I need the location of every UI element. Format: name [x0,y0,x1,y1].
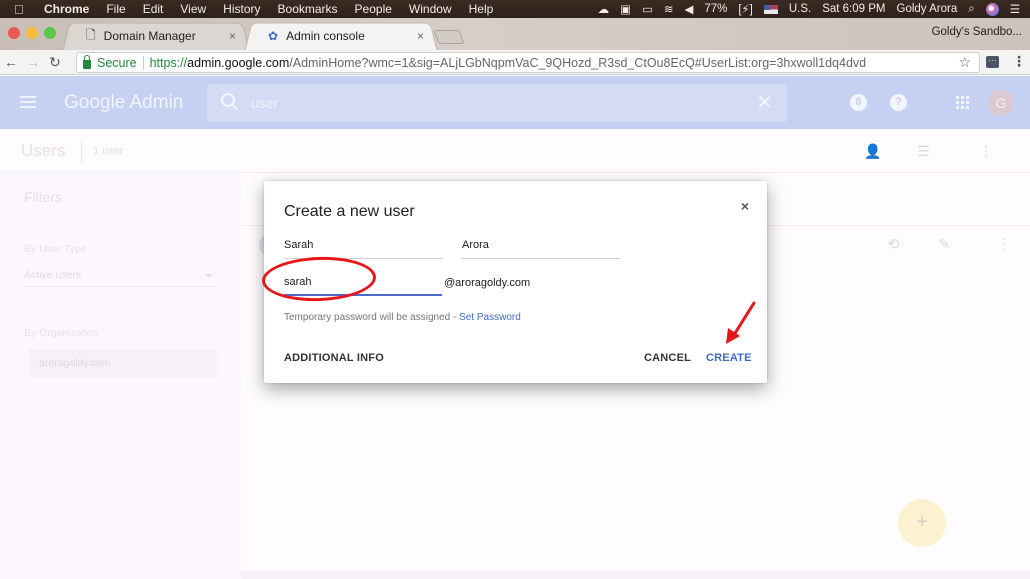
spotlight-icon[interactable]: ⌕ [968,3,974,16]
search-box[interactable]: user ✕ [207,84,787,122]
add-fab-button[interactable]: + [898,499,946,547]
user-type-value: Active users [24,269,82,281]
battery-percent[interactable]: 77% [704,3,727,15]
menu-help[interactable]: Help [469,2,494,16]
first-name-field[interactable] [284,237,442,259]
reload-icon[interactable]: ↻ [44,54,66,71]
row-more-icon[interactable]: ⋮ [996,235,1011,253]
users-subheader: Users 1 user 👤 ☰ ⋮ [0,129,1030,173]
hamburger-menu-icon[interactable] [20,96,36,108]
clock[interactable]: Sat 6:09 PM [822,3,885,15]
cloud-icon[interactable]: ☁ [598,2,610,16]
secure-label: Secure [97,55,137,70]
user-type-label: By User Type [24,243,87,255]
bookmark-star-icon[interactable]: ☆ [958,54,971,71]
search-input[interactable]: user [251,95,278,111]
tab-label: Domain Manager [103,29,196,43]
menu-edit[interactable]: Edit [143,2,164,16]
forward-icon[interactable]: → [22,54,44,70]
menu-view[interactable]: View [180,2,206,16]
menu-people[interactable]: People [355,2,392,16]
apple-icon[interactable]:  [14,2,28,17]
reset-password-icon[interactable]: ⟲ [887,235,900,253]
tab-admin-console[interactable]: ✿ Admin console × [244,22,438,51]
menu-window[interactable]: Window [409,2,452,16]
volume-icon[interactable]: ◀ [684,2,693,16]
siri-icon[interactable] [985,2,999,16]
add-user-icon[interactable]: 👤 [864,143,881,160]
tab-strip: 🗋 Domain Manager × ✿ Admin console × Gol… [0,18,1030,51]
app-title[interactable]: Google Admin [64,92,183,114]
page-title: Users [21,141,66,160]
last-name-field[interactable] [462,237,620,259]
edit-pencil-icon[interactable]: ✎ [938,235,951,253]
org-item[interactable]: aroragoldy.com [29,349,217,377]
cancel-button[interactable]: CANCEL [644,352,691,364]
chevron-down-icon [205,274,213,278]
apps-grid-icon[interactable] [956,96,969,109]
clear-search-icon[interactable]: ✕ [756,90,773,115]
window-minimize-button[interactable] [26,27,38,39]
org-label: By Organization [24,327,99,339]
admin-icon: ✿ [268,29,279,43]
window-close-button[interactable] [8,27,20,39]
url-host: admin.google.com [187,55,290,70]
input-source[interactable]: U.S. [789,3,811,15]
url-scheme: https:// [149,55,188,70]
macos-menubar:  Chrome File Edit View History Bookmark… [0,0,1030,18]
camera-icon[interactable]: ▣ [620,2,631,16]
user-type-select[interactable]: Active users [24,269,217,287]
battery-icon[interactable]: [⚡] [738,2,752,16]
tab-close-icon[interactable]: × [417,29,424,43]
admin-header: Google Admin user ✕ 8 ? G [0,76,1030,129]
menu-chrome[interactable]: Chrome [44,2,89,16]
password-hint: Temporary password will be assigned - Se… [284,312,521,323]
user-name[interactable]: Goldy Arora [897,3,958,15]
lock-icon [83,54,91,69]
profile-name[interactable]: Goldy's Sandbo... [932,26,1022,38]
browser-toolbar: ← → ↻ Secure https://admin.google.com/Ad… [0,50,1030,75]
first-name-input[interactable] [284,237,442,251]
back-icon[interactable]: ← [0,54,22,70]
hint-text: Temporary password will be assigned - [284,312,460,323]
help-icon[interactable]: ? [890,94,907,111]
menu-bookmarks[interactable]: Bookmarks [278,2,338,16]
tab-close-icon[interactable]: × [229,29,236,43]
page-icon: 🗋 [86,27,96,42]
filters-sidebar: Filters By User Type Active users By Org… [0,173,241,579]
url-path: /AdminHome?wmc=1&sig=ALjLGbNqpmVaC_9QHoz… [289,55,867,70]
user-count: 1 user [93,145,124,157]
notification-center-icon[interactable]: ☰ [1010,2,1020,16]
tab-label: Admin console [286,29,365,43]
additional-info-button[interactable]: ADDITIONAL INFO [284,352,384,364]
horizontal-scrollbar[interactable] [241,571,1030,579]
menu-file[interactable]: File [106,2,125,16]
highlight-arrow-icon [726,301,756,344]
menu-history[interactable]: History [223,2,260,16]
more-vert-icon[interactable]: ⋮ [979,143,993,160]
set-password-link[interactable]: Set Password [459,312,521,323]
wifi-icon[interactable]: ≋ [664,2,674,16]
create-button[interactable]: CREATE [706,352,752,364]
extension-icon[interactable]: ··· [986,56,999,68]
domain-suffix: @aroragoldy.com [444,277,531,289]
close-icon[interactable]: × [741,198,749,214]
chrome-menu-icon[interactable]: ⋮ [1012,53,1026,70]
hourglass-icon[interactable]: 8 [850,94,867,111]
address-bar[interactable]: Secure https://admin.google.com/AdminHom… [76,52,980,73]
new-tab-button[interactable] [433,30,465,44]
filter-icon[interactable]: ☰ [917,143,930,160]
dialog-title: Create a new user [284,203,415,220]
us-flag-icon[interactable] [763,4,778,14]
search-icon [221,93,235,107]
display-icon[interactable]: ▭ [642,2,653,16]
window-zoom-button[interactable] [44,27,56,39]
last-name-input[interactable] [462,237,620,251]
filters-title: Filters [24,189,63,205]
status-area: ☁ ▣ ▭ ≋ ◀ 77% [⚡] U.S. Sat 6:09 PM Goldy… [598,0,1020,18]
account-avatar[interactable]: G [988,90,1014,116]
tab-domain-manager[interactable]: 🗋 Domain Manager × [62,22,250,51]
